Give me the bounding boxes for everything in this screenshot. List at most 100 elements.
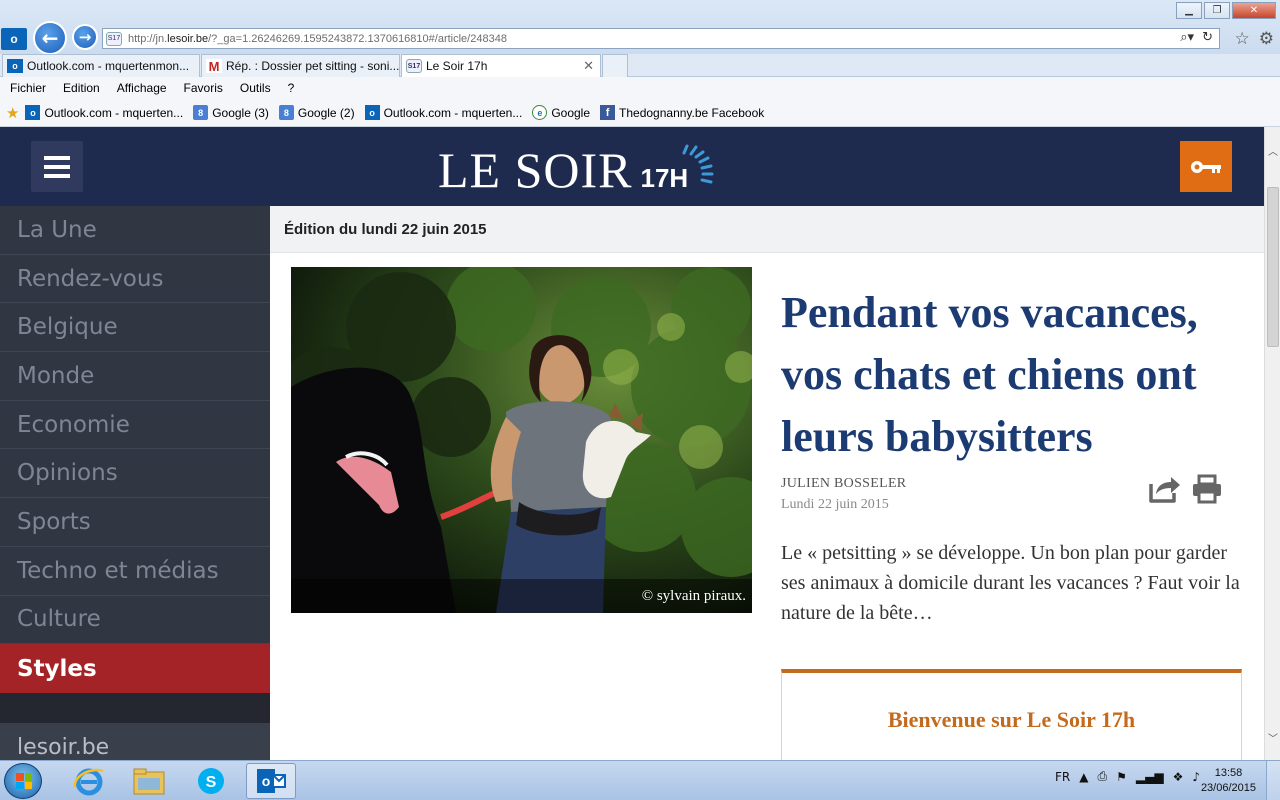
folder-icon <box>133 768 165 795</box>
article-author[interactable]: JULIEN BOSSELER <box>781 476 906 492</box>
skype-icon: S <box>198 768 224 794</box>
sidebar-item-la-une[interactable]: La Une <box>0 206 270 255</box>
menu-fichier[interactable]: Fichier <box>10 81 46 95</box>
svg-text:o: o <box>262 773 271 789</box>
photo-credit: © sylvain piraux. <box>641 588 746 604</box>
sidebar-item-styles[interactable]: Styles <box>0 644 270 693</box>
screen: o ← → S17 http://jn.lesoir.be/?_ga=1.262… <box>0 0 1280 800</box>
taskbar-skype[interactable]: S <box>186 763 236 799</box>
favorites-star-icon[interactable]: ☆ <box>1235 29 1250 49</box>
tab-strip: o Outlook.com - mquertenmon... M Rép. : … <box>0 54 1280 77</box>
flag-icon[interactable]: ⚑ <box>1116 770 1127 784</box>
sidebar-item-belgique[interactable]: Belgique <box>0 303 270 353</box>
outlook-icon: o <box>364 105 380 120</box>
key-icon <box>1191 160 1221 173</box>
menu-favoris[interactable]: Favoris <box>184 81 223 95</box>
minimize-button[interactable]: ▁ <box>1176 2 1202 19</box>
sidebar-item-lesoir-be[interactable]: lesoir.be <box>0 722 270 760</box>
sidebar-item-techno[interactable]: Techno et médias <box>0 547 270 596</box>
taskbar-ie[interactable] <box>64 763 114 799</box>
site-favicon-icon: S17 <box>106 31 122 46</box>
login-key-button[interactable] <box>1180 141 1232 192</box>
tab-lesoir[interactable]: S17 Le Soir 17h ✕ <box>401 54 601 77</box>
site-logo[interactable]: LE SOIR 17H <box>438 141 716 195</box>
menu-affichage[interactable]: Affichage <box>117 81 167 95</box>
browser-title-bar: o ← → S17 http://jn.lesoir.be/?_ga=1.262… <box>0 0 1280 55</box>
gear-icon[interactable]: ⚙ <box>1259 29 1274 49</box>
outlook-pinned-icon[interactable]: o <box>1 28 27 50</box>
hamburger-icon-bar <box>44 164 70 169</box>
favorite-link[interactable]: o Outlook.com - mquerten... <box>25 105 183 120</box>
refresh-icon[interactable]: ↻ <box>1202 30 1213 45</box>
window-controls: ▁ ❐ ✕ <box>1176 2 1276 19</box>
dropbox-icon[interactable]: ❖ <box>1173 770 1184 784</box>
volume-icon[interactable]: ♪ <box>1192 770 1200 784</box>
tray-expand-icon[interactable]: ▲ <box>1079 770 1088 784</box>
welcome-title: Bienvenue sur Le Soir 17h <box>887 707 1136 732</box>
menu-help[interactable]: ? <box>288 81 295 95</box>
close-window-button[interactable]: ✕ <box>1232 2 1276 19</box>
sidebar-item-culture[interactable]: Culture <box>0 596 270 645</box>
browser-tools: ☆ ⚙ <box>1235 29 1275 49</box>
ie-page-icon: e <box>532 105 548 120</box>
share-icon[interactable] <box>1148 474 1182 504</box>
facebook-icon: f <box>600 105 616 120</box>
search-icon[interactable]: ⌕▾ <box>1180 30 1194 45</box>
outlook-icon: o <box>7 59 23 73</box>
sidebar-divider <box>0 692 270 723</box>
favorite-link[interactable]: 8 Google (2) <box>278 105 355 120</box>
new-tab-button[interactable] <box>602 54 628 77</box>
url-text[interactable]: http://jn.lesoir.be/?_ga=1.26246269.1595… <box>128 33 507 45</box>
sidebar-item-monde[interactable]: Monde <box>0 352 270 401</box>
article-photo[interactable]: © sylvain piraux. <box>291 267 752 613</box>
restore-button[interactable]: ❐ <box>1204 2 1230 19</box>
menu-toggle-button[interactable] <box>31 141 83 192</box>
menu-edition[interactable]: Edition <box>63 81 100 95</box>
forward-button[interactable]: → <box>72 24 98 50</box>
clock-date: 23/06/2015 <box>1200 782 1256 794</box>
photo-illustration <box>291 267 752 613</box>
tab-outlook[interactable]: o Outlook.com - mquertenmon... <box>2 54 200 77</box>
arrow-left-icon: ← <box>41 26 59 50</box>
back-button[interactable]: ← <box>33 21 67 55</box>
sidebar-item-opinions[interactable]: Opinions <box>0 449 270 499</box>
menu-outils[interactable]: Outils <box>240 81 271 95</box>
favorite-link[interactable]: f Thedognanny.be Facebook <box>600 105 764 120</box>
close-tab-icon[interactable]: ✕ <box>583 59 594 74</box>
sidebar-item-rendez-vous[interactable]: Rendez-vous <box>0 255 270 304</box>
scroll-thumb[interactable] <box>1267 187 1279 347</box>
address-bar[interactable]: S17 http://jn.lesoir.be/?_ga=1.26246269.… <box>102 28 1220 49</box>
system-clock[interactable]: 13:58 23/06/2015 <box>1201 766 1256 796</box>
tab-gmail[interactable]: M Rép. : Dossier pet sitting - soni... <box>201 54 400 77</box>
page-scrollbar[interactable]: ︿ ﹀ <box>1264 127 1280 760</box>
outlook-icon: o <box>25 105 41 120</box>
favorite-link[interactable]: 8 Google (3) <box>193 105 269 120</box>
hamburger-icon <box>44 155 70 160</box>
system-tray: FR ▲ ⎙ ⚑ ▂▄▆ ❖ ♪ <box>1055 769 1200 784</box>
outlook-icon: o <box>257 769 286 793</box>
taskbar-outlook[interactable]: o <box>246 763 296 799</box>
favorites-bar: ★ o Outlook.com - mquerten... 8 Google (3)… <box>0 99 1280 127</box>
favorites-add-icon[interactable]: ★ <box>6 104 19 122</box>
device-icon[interactable]: ⎙ <box>1098 769 1108 784</box>
sidebar-item-sports[interactable]: Sports <box>0 498 270 547</box>
language-indicator[interactable]: FR <box>1055 770 1070 784</box>
article-date: Lundi 22 juin 2015 <box>781 497 889 512</box>
taskbar-explorer[interactable] <box>124 763 174 799</box>
scroll-down-icon[interactable]: ﹀ <box>1267 730 1279 745</box>
scroll-up-icon[interactable]: ︿ <box>1267 143 1279 158</box>
show-desktop-button[interactable] <box>1266 761 1280 800</box>
network-signal-icon[interactable]: ▂▄▆ <box>1136 770 1164 784</box>
favorite-link[interactable]: o Outlook.com - mquerten... <box>364 105 522 120</box>
article-lead: Le « petsitting » se développe. Un bon p… <box>781 542 1240 624</box>
favorite-link[interactable]: e Google <box>532 105 590 120</box>
section-sidebar: La Une Rendez-vous Belgique Monde Econom… <box>0 206 270 760</box>
gmail-icon: M <box>206 59 222 74</box>
google-icon: 8 <box>278 105 294 120</box>
edition-bar: Édition du lundi 22 juin 2015 <box>270 206 1264 253</box>
start-button[interactable] <box>4 763 42 799</box>
welcome-box: Bienvenue sur Le Soir 17h <box>781 669 1242 760</box>
sidebar-item-economie[interactable]: Economie <box>0 401 270 450</box>
print-icon[interactable] <box>1191 474 1223 504</box>
lesoir-icon: S17 <box>406 59 422 73</box>
